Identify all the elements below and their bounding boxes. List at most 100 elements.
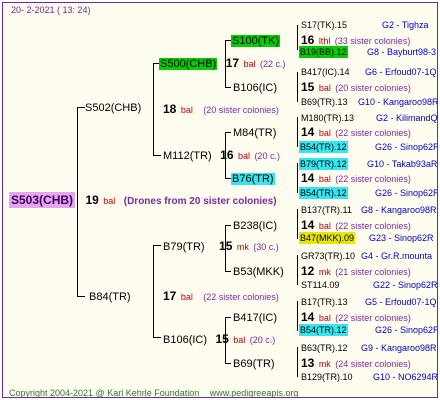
- mid2-name: B84(TR): [89, 291, 131, 303]
- right-11-name: GR73(TR).10: [301, 251, 356, 261]
- right-13-where: G5 - Erfoud07-1Q: [365, 297, 437, 307]
- right-4-name: B69(TR).13: [301, 97, 348, 107]
- ggp-right-branch-1: [297, 25, 298, 50]
- ggp2-sis: (20 sister colonies): [335, 83, 411, 93]
- gp1-sis: (22 c.): [259, 59, 286, 69]
- ggp4-sis: (22 sister colonies): [335, 174, 411, 184]
- gp-node-4: B106(IC) 15 bal (20 c.): [163, 333, 275, 346]
- right-5-name: M180(TR).13: [301, 113, 355, 123]
- right-3-name: B417(IC).14: [301, 67, 350, 77]
- mid1-name: S502(CHB): [85, 102, 142, 114]
- ggp6-sis: (21 sister colonies): [335, 267, 411, 277]
- right-10-name: B47(MKK).09: [299, 232, 356, 244]
- mid2-connector: [77, 296, 85, 297]
- gp2-gen: 16: [220, 148, 234, 162]
- ggp5-name: B238(IC): [233, 220, 278, 232]
- gp4-connector: [153, 337, 161, 338]
- ggp8-connector: [225, 363, 231, 364]
- root-drones: (Drones from 20 sister colonies): [123, 196, 277, 207]
- gp3-sis: (30 c.): [253, 242, 279, 252]
- right-6-name: B54(TR).12: [299, 141, 348, 153]
- mid2-bal: bal: [180, 292, 193, 302]
- root-name: S503(CHB): [9, 192, 76, 208]
- ggp-node-8: B69(TR): [233, 357, 275, 370]
- ggp-info-6: 12 mk (21 sister colonies): [301, 265, 411, 278]
- ggp7-connector: [225, 317, 231, 318]
- right-9-name: B137(TR).11: [301, 205, 352, 215]
- ggp-node-5: B238(IC): [233, 219, 277, 232]
- footer-copyright: Copyright 2004-2021 @ Karl Kehrle Founda…: [9, 388, 200, 398]
- root-gen: 19: [85, 193, 99, 207]
- right-16-name: B129(TR).10: [301, 372, 353, 382]
- ggp-info-3: 14 bal (22 sister colonies): [301, 126, 411, 139]
- ggp-right-branch-6: [297, 255, 298, 285]
- ggp-info-5: 14 bal (22 sister colonies): [301, 219, 411, 232]
- gp3-bal: mk: [236, 242, 249, 252]
- gp1-bal: bal: [243, 59, 256, 69]
- right-4-where: G10 - Kangaroo98R: [358, 97, 438, 107]
- ggp6-connector: [225, 271, 231, 272]
- mid2-branch: [153, 245, 154, 337]
- footer-site-link[interactable]: www.pedigreeapis.org: [210, 388, 299, 397]
- ggp-info-7: 14 bal (22 sister colonies): [301, 311, 411, 324]
- right-1-name: S17(TK).15: [301, 20, 348, 30]
- ggp7-sis: (22 sister colonies): [335, 313, 411, 323]
- header-date: 20- 2-2021 ( 13: 24): [11, 5, 91, 15]
- ggp2-bal: bal: [318, 83, 331, 93]
- right-6-where: G26 - Sinop62R: [375, 142, 438, 152]
- gp3-name: B79(TR): [163, 241, 205, 253]
- ggp5-sis: (22 sister colonies): [335, 221, 411, 231]
- ggp4-name: B76(TR): [231, 173, 275, 185]
- ggp8-name: B69(TR): [233, 358, 275, 370]
- gp2-sis: (20 c.): [254, 151, 280, 161]
- ggp8-bal: mk: [318, 359, 331, 369]
- right-12-name: ST114.09: [301, 280, 340, 290]
- ggp-node-3: M84(TR): [233, 126, 276, 139]
- gp2-connector: [153, 155, 161, 156]
- right-16-where: G10 - NO6294R: [373, 372, 438, 382]
- right-14-name: B54(TR).12: [299, 324, 348, 336]
- ggp5-bal: bal: [318, 221, 331, 231]
- ggp1-gen: 16: [301, 33, 315, 47]
- right-3-where: G6 - Erfoud07-1Q: [365, 67, 437, 77]
- ggp8-sis: (24 sister colonies): [335, 359, 411, 369]
- ggp3-connector: [225, 132, 231, 133]
- root-node: S503(CHB) 19 bal (Drones from 20 sister …: [9, 192, 277, 208]
- right-1-where: G2 - Tighza: [382, 20, 429, 30]
- ggp6-name: B53(MKK): [233, 266, 284, 278]
- ggp2-name: B106(IC): [233, 82, 278, 94]
- ggp3-name: M84(TR): [233, 127, 277, 139]
- ggp-right-branch-2: [297, 72, 298, 102]
- ggp-node-4: B76(TR): [231, 172, 275, 185]
- right-14-where: G26 - Sinop62R: [375, 325, 438, 335]
- ggp-right-branch-3: [297, 117, 298, 147]
- ggp1-bal: lthl: [318, 36, 331, 46]
- right-9-where: G8 - Kangaroo98R: [361, 205, 437, 215]
- ggp1-sis: (33 sister colonies): [334, 36, 411, 46]
- right-13-name: B17(TR).13: [301, 297, 348, 307]
- ggp-info-4: 14 bal (22 sister colonies): [301, 172, 411, 185]
- ggp1-name: S100(TK): [231, 35, 281, 47]
- gp3-gen: 15: [219, 239, 233, 253]
- mid-info-1: 18 bal (20 sister colonies): [163, 103, 279, 116]
- gp4-name: B106(IC): [163, 334, 208, 346]
- mid-info-2: 17 bal (22 sister colonies): [163, 290, 279, 303]
- gp4-gen: 15: [215, 332, 229, 346]
- ggp3-bal: bal: [318, 128, 331, 138]
- gp4-sis: (20 c.): [249, 335, 276, 345]
- ggp7-gen: 14: [301, 310, 315, 324]
- ggp5-gen: 14: [301, 218, 315, 232]
- mid2-sis: (22 sister colonies): [203, 292, 279, 302]
- right-15-name: B63(TR).12: [301, 343, 348, 353]
- ggp2-connector: [225, 87, 231, 88]
- right-11-where: G4 - Gr.R.mounta: [361, 251, 433, 261]
- pedigree-frame: 20- 2-2021 ( 13: 24) S503(CHB) 19 bal (D…: [2, 2, 438, 398]
- ggp4-gen: 14: [301, 171, 315, 185]
- ggp2-gen: 15: [301, 80, 315, 94]
- ggp5-connector: [225, 225, 231, 226]
- right-8-name: B54(TR).12: [299, 187, 348, 199]
- right-5-where: G2 - KilimandQ: [376, 113, 438, 123]
- ggp-node-2: B106(IC): [233, 81, 277, 94]
- right-7-where: G10 - Takab93aR: [367, 159, 438, 169]
- gp1-gen: 17: [225, 56, 240, 70]
